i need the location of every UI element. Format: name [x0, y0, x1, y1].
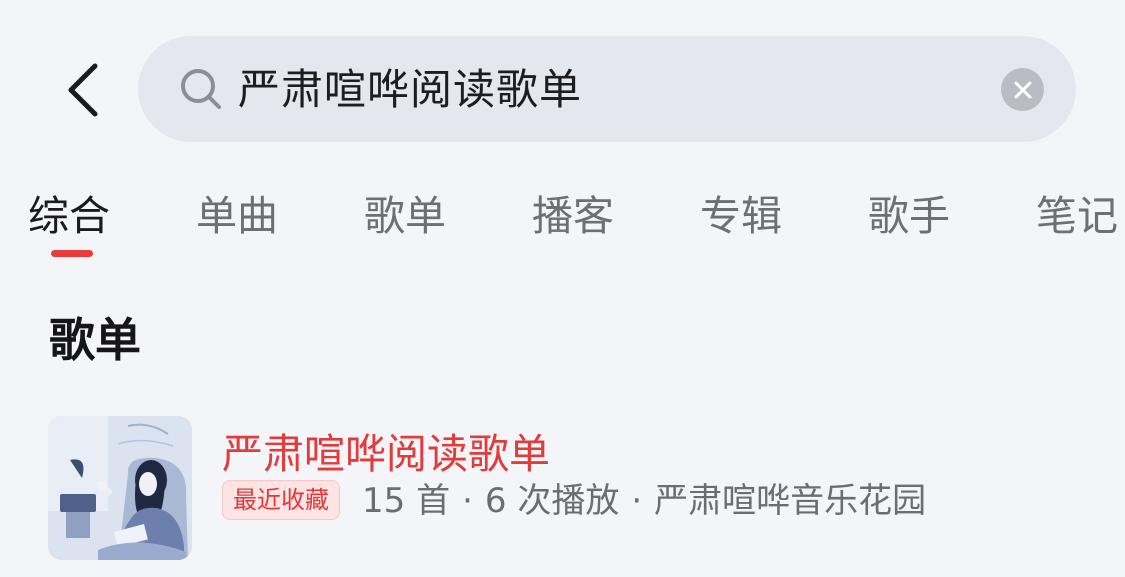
tab-albums[interactable]: 专辑 — [700, 186, 782, 246]
recent-favorite-badge: 最近收藏 — [222, 480, 340, 520]
tab-artists[interactable]: 歌手 — [868, 186, 950, 246]
section-title: 歌单 — [49, 313, 141, 367]
back-button[interactable] — [48, 52, 118, 128]
meta-separator: · — [462, 481, 473, 521]
category-tabs: 综合 单曲 歌单 播客 专辑 歌手 笔记 — [0, 186, 1125, 266]
playlist-title: 严肃喧哗阅读歌单 — [222, 430, 550, 478]
playlist-result-item[interactable]: 严肃喧哗阅读歌单 最近收藏 15 首 · 6 次播放 · 严肃喧哗音乐花园 — [48, 416, 1108, 560]
track-count: 15 首 — [362, 481, 451, 521]
active-tab-indicator — [51, 250, 93, 257]
search-results-screen: 严肃喧哗阅读歌单 综合 单曲 歌单 播客 专辑 歌手 笔记 歌单 严肃喧哗阅读歌… — [0, 0, 1125, 577]
tab-all[interactable]: 综合 — [28, 186, 110, 246]
search-icon — [181, 69, 221, 109]
search-input[interactable]: 严肃喧哗阅读歌单 — [238, 60, 582, 120]
tab-playlists[interactable]: 歌单 — [364, 186, 446, 246]
playlist-cover-image — [48, 416, 192, 560]
playlist-meta: 15 首 · 6 次播放 · 严肃喧哗音乐花园 — [362, 476, 926, 526]
clear-search-button[interactable] — [1001, 68, 1044, 111]
tab-notes[interactable]: 笔记 — [1036, 186, 1118, 246]
tab-songs[interactable]: 单曲 — [196, 186, 278, 246]
tab-podcasts[interactable]: 播客 — [532, 186, 614, 246]
meta-separator: · — [631, 481, 643, 521]
clear-icon — [1014, 81, 1031, 98]
play-count: 6 次播放 — [484, 481, 620, 521]
chevron-left-icon — [68, 63, 98, 117]
creator-name: 严肃喧哗音乐花园 — [654, 481, 927, 521]
